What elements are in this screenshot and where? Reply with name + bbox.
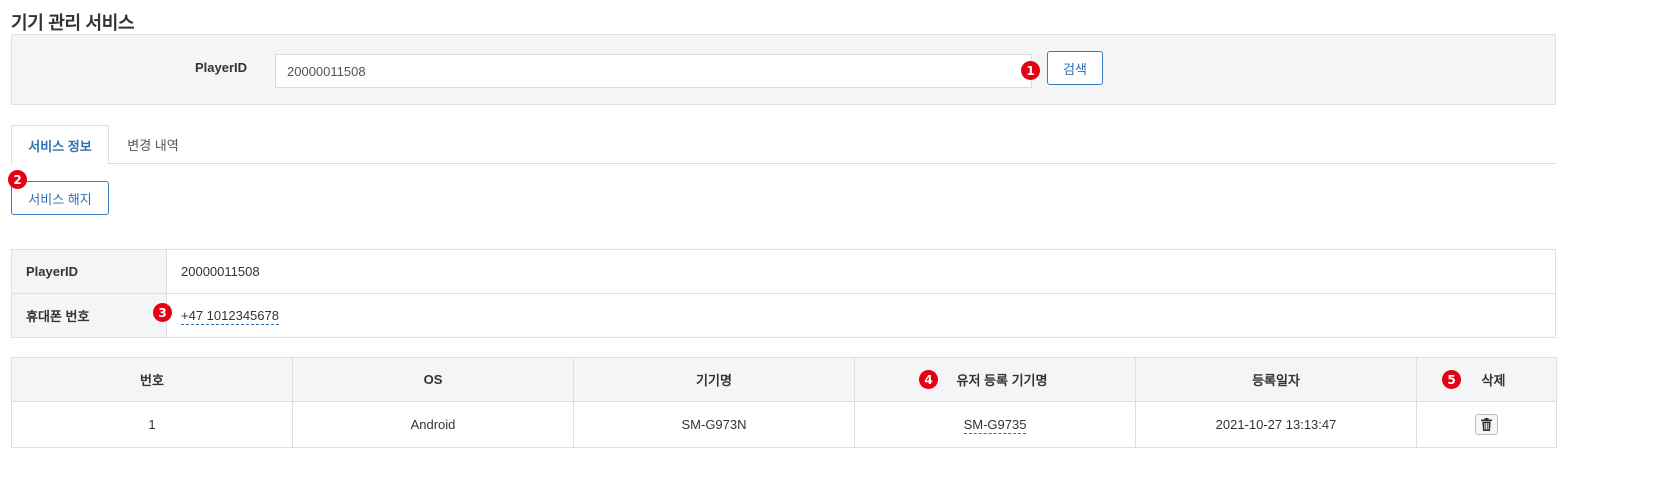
tab-bar: 서비스 정보 변경 내역 [11,125,1556,165]
trash-icon [1481,418,1492,431]
delete-device-button[interactable] [1475,414,1498,435]
col-header-os: OS [292,357,574,402]
cell-device-name: SM-G973N [573,401,855,448]
cancel-service-button[interactable]: 서비스 해지 [11,181,109,215]
col-header-registered-at: 등록일자 [1135,357,1417,402]
search-panel: PlayerID 1 검색 [11,34,1556,105]
cell-os: Android [292,401,574,448]
col-header-delete: 5 삭제 [1416,357,1557,402]
callout-badge-4: 4 [919,370,938,389]
search-label: PlayerID [195,60,248,75]
col-header-device-name: 기기명 [573,357,855,402]
cell-delete [1416,401,1557,448]
page-title: 기기 관리 서비스 [11,13,135,33]
player-id-label: PlayerID [11,249,167,294]
cell-registered-at: 2021-10-27 13:13:47 [1135,401,1417,448]
callout-badge-1: 1 [1021,61,1040,80]
col-header-user-device-name-label: 유저 등록 기기명 [956,373,1048,388]
col-header-no: 번호 [11,357,293,402]
phone-number-link[interactable]: +47 1012345678 [181,308,279,325]
table-row: 1 Android SM-G973N SM-G9735 2021-10-27 1… [11,401,1557,448]
callout-badge-5: 5 [1442,370,1461,389]
device-table-header: 번호 OS 기기명 4 유저 등록 기기명 등록일자 5 삭제 [11,357,1557,402]
service-info-table: PlayerID 20000011508 휴대폰 번호 +47 10123456… [11,249,1556,338]
search-button[interactable]: 검색 [1047,51,1103,85]
user-device-name-link[interactable]: SM-G9735 [963,417,1027,434]
phone-cell: +47 1012345678 [166,293,1556,338]
col-header-delete-label: 삭제 [1481,373,1506,388]
info-row-player-id: PlayerID 20000011508 [11,249,1556,294]
tab-service-info[interactable]: 서비스 정보 [11,125,109,165]
device-table: 번호 OS 기기명 4 유저 등록 기기명 등록일자 5 삭제 1 Androi… [11,357,1557,448]
player-id-search-input[interactable] [275,54,1032,88]
callout-badge-2: 2 [8,170,27,189]
col-header-user-device-name: 4 유저 등록 기기명 [854,357,1136,402]
tab-change-history[interactable]: 변경 내역 [109,125,197,164]
cell-no: 1 [11,401,293,448]
info-row-phone: 휴대폰 번호 +47 1012345678 [11,293,1556,338]
player-id-value: 20000011508 [166,249,1556,294]
cell-user-device-name: SM-G9735 [854,401,1136,448]
phone-label: 휴대폰 번호 [11,293,167,338]
callout-badge-3: 3 [153,303,172,322]
